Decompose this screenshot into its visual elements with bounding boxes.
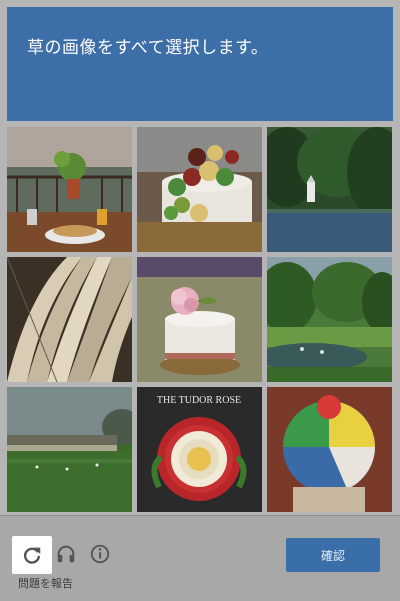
reload-button[interactable] [12,536,52,574]
image-tile-8[interactable]: THE TUDOR ROSE [137,387,262,512]
image-tile-4[interactable] [7,257,132,382]
captcha-challenge: 草の画像をすべて選択します。 THE TUDOR ROSE 問題を報告 確認 [0,0,400,601]
image-tile-9[interactable] [267,387,392,512]
image-tile-3[interactable] [267,127,392,252]
image-tile-6[interactable] [267,257,392,382]
reload-icon [23,547,41,564]
report-problem-link[interactable]: 問題を報告 [18,575,73,591]
challenge-footer: 問題を報告 確認 [0,515,400,601]
image-tile-7[interactable] [7,387,132,512]
instruction-header: 草の画像をすべて選択します。 [7,7,393,121]
image-tile-2[interactable] [137,127,262,252]
image-tile-5[interactable] [137,257,262,382]
image-grid: THE TUDOR ROSE [7,127,393,513]
audio-challenge-button[interactable] [52,540,80,568]
info-button[interactable] [86,540,114,568]
verify-button[interactable]: 確認 [286,538,380,572]
image-tile-1[interactable] [7,127,132,252]
headphones-icon [57,545,75,563]
info-icon [90,544,110,564]
tudor-rose-caption: THE TUDOR ROSE [157,395,241,406]
instruction-text: 草の画像をすべて選択します。 [27,38,269,58]
